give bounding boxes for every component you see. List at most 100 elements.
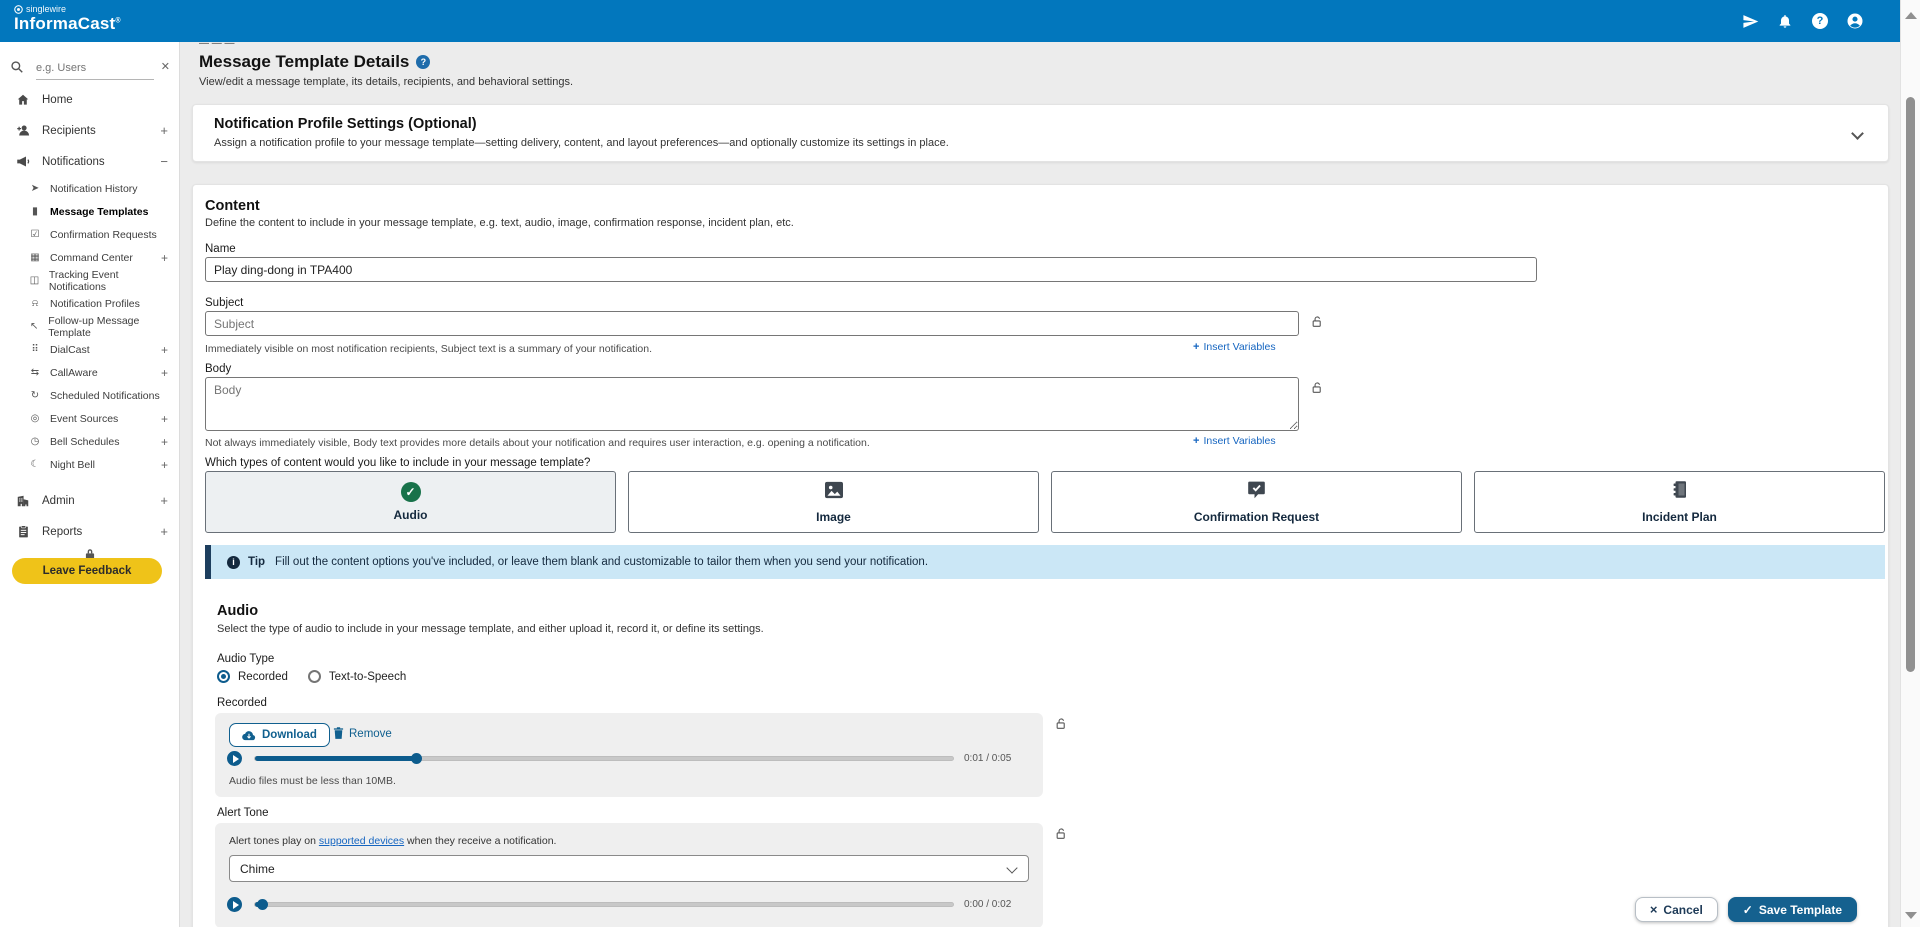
body-textarea[interactable] <box>205 377 1299 431</box>
radio-text-to-speech[interactable] <box>308 670 321 683</box>
type-card-label: Confirmation Request <box>1194 510 1319 524</box>
source-icon: ◎ <box>28 413 42 424</box>
sidebar-item-label: Message Templates <box>50 206 148 218</box>
supported-devices-link[interactable]: supported devices <box>319 835 404 847</box>
type-card-label: Incident Plan <box>1642 510 1717 524</box>
sidebar-item-scheduled-notifications[interactable]: ↻ Scheduled Notifications <box>0 384 180 407</box>
sidebar-item-label: Bell Schedules <box>50 436 119 448</box>
type-card-label: Audio <box>394 508 428 522</box>
progress-thumb[interactable] <box>411 753 422 764</box>
insert-variables-link-subject[interactable]: + Insert Variables <box>1193 341 1276 353</box>
expand-plus-icon[interactable]: + <box>160 493 168 508</box>
name-input[interactable] <box>205 257 1537 282</box>
subject-input[interactable] <box>205 311 1299 336</box>
trash-icon <box>333 727 344 740</box>
sidebar-item-confirmation-requests[interactable]: ☑ Confirmation Requests <box>0 223 180 246</box>
audio-progress-slider[interactable] <box>254 756 954 761</box>
expand-plus-icon[interactable]: + <box>161 366 168 380</box>
notification-profile-settings-panel[interactable]: Notification Profile Settings (Optional)… <box>192 104 1889 162</box>
sidebar-item-message-templates[interactable]: ▮ Message Templates <box>0 200 180 223</box>
expand-plus-icon[interactable]: + <box>161 412 168 426</box>
expand-plus-icon[interactable]: + <box>161 251 168 265</box>
save-template-button[interactable]: ✓ Save Template <box>1728 897 1857 922</box>
sidebar-item-home[interactable]: Home <box>0 84 180 115</box>
singlewire-logo: singlewire <box>14 4 121 14</box>
sidebar-item-label: DialCast <box>50 344 90 356</box>
sidebar-item-bell-schedules[interactable]: ◷ Bell Schedules + <box>0 430 180 453</box>
scrollbar-down-arrow[interactable] <box>1905 912 1917 919</box>
sidebar-item-label: Scheduled Notifications <box>50 390 160 402</box>
expand-plus-icon[interactable]: + <box>161 435 168 449</box>
download-button[interactable]: Download <box>229 723 330 747</box>
alert-tone-helper: Alert tones play on supported devices wh… <box>229 835 556 847</box>
progress-thumb[interactable] <box>257 899 268 910</box>
megaphone-icon <box>14 155 32 168</box>
search-clear-icon[interactable]: ✕ <box>161 60 170 73</box>
sidebar-item-admin[interactable]: Admin + <box>0 485 180 516</box>
audio-section-subtitle: Select the type of audio to include in y… <box>217 623 764 635</box>
page-title: Message Template Details ? <box>199 52 430 72</box>
panel-title: Notification Profile Settings (Optional) <box>214 116 477 132</box>
info-icon: i <box>227 556 240 569</box>
sidebar-item-label: Follow-up Message Template <box>48 315 168 339</box>
sidebar-item-notification-profiles[interactable]: ⍾ Notification Profiles <box>0 292 180 315</box>
player-time: 0:00 / 0:02 <box>964 899 1011 910</box>
chevron-down-icon[interactable] <box>1851 127 1864 140</box>
content-types-question: Which types of content would you like to… <box>205 457 590 469</box>
play-icon[interactable] <box>227 751 242 766</box>
brand-name-text: InformaCast <box>14 14 115 33</box>
collapse-minus-icon[interactable]: − <box>160 154 168 169</box>
insert-variables-link-body[interactable]: + Insert Variables <box>1193 435 1276 447</box>
recipients-icon <box>14 124 32 137</box>
radio-recorded[interactable] <box>217 670 230 683</box>
home-icon <box>14 93 32 107</box>
type-card-audio[interactable]: ✓ Audio <box>205 471 616 533</box>
tone-progress-slider[interactable] <box>254 902 954 907</box>
leave-feedback-button[interactable]: Leave Feedback <box>12 558 162 584</box>
insert-variables-icon: + <box>1193 341 1199 353</box>
notifications-bell-icon[interactable] <box>1776 12 1794 30</box>
type-card-image[interactable]: Image <box>628 471 1039 533</box>
sidebar-item-recipients[interactable]: Recipients + <box>0 115 180 146</box>
send-icon[interactable] <box>1741 12 1759 30</box>
sidebar-item-callaware[interactable]: ⇆ CallAware + <box>0 361 180 384</box>
alert-tone-panel: Alert tones play on supported devices wh… <box>215 823 1043 927</box>
scrollbar-thumb[interactable] <box>1906 97 1915 672</box>
sidebar: ✕ Home Recipients + Notifications − ➤ No… <box>0 42 180 927</box>
play-icon[interactable] <box>227 897 242 912</box>
progress-fill <box>255 756 416 761</box>
expand-plus-icon[interactable]: + <box>161 458 168 472</box>
insert-variables-label: Insert Variables <box>1203 435 1275 447</box>
sidebar-item-notifications[interactable]: Notifications − <box>0 146 180 177</box>
page-subtitle: View/edit a message template, its detail… <box>199 76 573 88</box>
account-icon[interactable] <box>1846 12 1864 30</box>
cancel-button[interactable]: × Cancel <box>1635 897 1718 922</box>
page-help-icon[interactable]: ? <box>416 55 430 69</box>
sidebar-item-dialcast[interactable]: ⠿ DialCast + <box>0 338 180 361</box>
alert-tone-helper-pre: Alert tones play on <box>229 835 319 847</box>
audio-section-title: Audio <box>217 603 258 619</box>
help-icon[interactable]: ? <box>1811 12 1829 30</box>
remove-button[interactable]: Remove <box>333 727 392 740</box>
call-arrows-icon: ⇆ <box>28 367 42 378</box>
expand-plus-icon[interactable]: + <box>160 123 168 138</box>
audio-type-label: Audio Type <box>217 653 274 665</box>
download-label: Download <box>262 729 317 741</box>
sidebar-item-label: Tracking Event Notifications <box>49 269 168 293</box>
sidebar-item-reports[interactable]: Reports + <box>0 516 180 547</box>
expand-plus-icon[interactable]: + <box>160 524 168 539</box>
type-card-confirmation-request[interactable]: Confirmation Request <box>1051 471 1462 533</box>
sidebar-item-follow-up-message-template[interactable]: ↖ Follow-up Message Template <box>0 315 180 338</box>
sidebar-item-tracking-event-notifications[interactable]: ◫ Tracking Event Notifications <box>0 269 180 292</box>
type-card-incident-plan[interactable]: Incident Plan <box>1474 471 1885 533</box>
sidebar-item-night-bell[interactable]: ☾ Night Bell + <box>0 453 180 476</box>
sidebar-item-notification-history[interactable]: ➤ Notification History <box>0 177 180 200</box>
expand-plus-icon[interactable]: + <box>161 343 168 357</box>
scrollbar-up-arrow[interactable] <box>1905 12 1917 19</box>
sidebar-item-command-center[interactable]: ▦ Command Center + <box>0 246 180 269</box>
alert-tone-select[interactable]: Chime <box>229 855 1029 882</box>
sidebar-item-event-sources[interactable]: ◎ Event Sources + <box>0 407 180 430</box>
page-title-text: Message Template Details <box>199 52 409 72</box>
sidebar-item-label: Home <box>42 94 73 106</box>
search-input[interactable] <box>36 56 154 80</box>
